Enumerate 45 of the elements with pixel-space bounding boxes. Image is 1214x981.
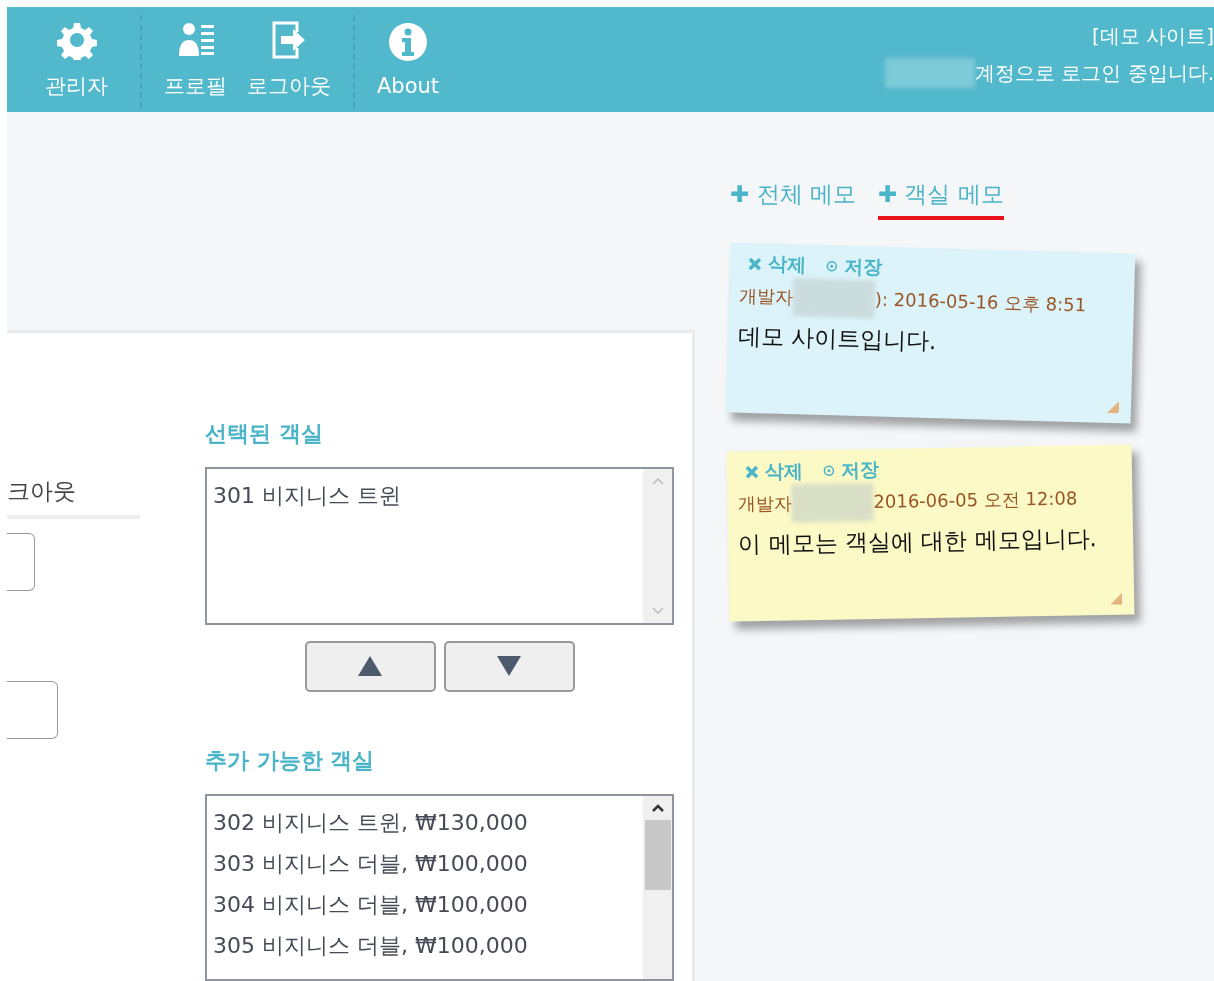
section-title: 추가 가능한 객실 xyxy=(205,746,376,775)
info-icon xyxy=(388,21,429,62)
close-icon xyxy=(747,256,763,272)
delete-link[interactable]: 삭제 xyxy=(747,250,807,279)
resize-grip-icon[interactable] xyxy=(1106,400,1120,414)
room-option[interactable]: 303 비지니스 더블, ₩100,000 xyxy=(213,842,637,884)
save-link[interactable]: 저장 xyxy=(822,456,880,484)
site-name: [데모 사이트] xyxy=(1092,23,1214,50)
memo-timestamp: 2016-06-05 오전 12:08 xyxy=(873,486,1078,514)
input-field[interactable] xyxy=(7,681,58,739)
selected-rooms-list[interactable]: 301 비지니스 트윈 xyxy=(205,467,674,625)
field-label: 크아웃 xyxy=(7,477,77,506)
scroll-up-icon[interactable] xyxy=(651,803,664,812)
memo-tab[interactable]: ✚ 전체 메모 xyxy=(730,179,856,220)
scrollbar[interactable] xyxy=(643,469,672,623)
delete-link[interactable]: 삭제 xyxy=(744,458,804,486)
room-option[interactable]: 304 비지니스 더블, ₩100,000 xyxy=(213,883,637,925)
close-icon xyxy=(744,465,760,480)
input-field[interactable] xyxy=(7,533,35,591)
resize-grip-icon[interactable] xyxy=(1110,592,1123,605)
room-option[interactable]: 301 비지니스 트윈 xyxy=(213,475,637,516)
memo-author: 개발자 xyxy=(737,491,792,517)
memo-timestamp: ): 2016-05-16 오후 8:51 xyxy=(874,287,1087,318)
down-triangle-icon xyxy=(496,655,522,678)
nav-item[interactable]: 프로필 xyxy=(154,7,237,112)
save-link[interactable]: 저장 xyxy=(825,253,883,281)
nav-item[interactable]: 관리자 xyxy=(35,7,118,112)
memo-tab[interactable]: ✚ 객실 메모 xyxy=(877,179,1004,220)
circle-dot-icon xyxy=(822,464,835,477)
scroll-down-icon[interactable] xyxy=(651,606,664,615)
section-title: 선택된 객실 xyxy=(205,420,324,448)
move-down-button[interactable] xyxy=(443,640,575,692)
room-option[interactable]: 302 비지니스 트윈, ₩130,000 xyxy=(213,801,637,843)
circle-dot-icon xyxy=(825,260,838,273)
scrollbar[interactable] xyxy=(643,795,672,979)
available-rooms-list[interactable]: 302 비지니스 트윈, ₩130,000 303 비지니스 더블, ₩100,000 304 비지니스 더블, ₩100,000 305 비지니스 더블, ₩100,000 xyxy=(205,793,674,981)
memo-author: 개발자 xyxy=(738,283,794,310)
login-status: 계정으로 로그인 중입니다. xyxy=(974,59,1214,87)
nav-item[interactable]: 로그아웃 xyxy=(237,7,341,112)
memo-text: 이 메모는 객실에 대한 메모입니다. xyxy=(737,524,1098,560)
move-up-button[interactable] xyxy=(304,640,436,692)
nav-item[interactable]: About xyxy=(367,7,450,112)
up-triangle-icon xyxy=(357,655,383,678)
room-option[interactable]: 305 비지니스 더블, ₩100,000 xyxy=(213,924,637,966)
memo-text: 데모 사이트입니다. xyxy=(737,321,938,357)
